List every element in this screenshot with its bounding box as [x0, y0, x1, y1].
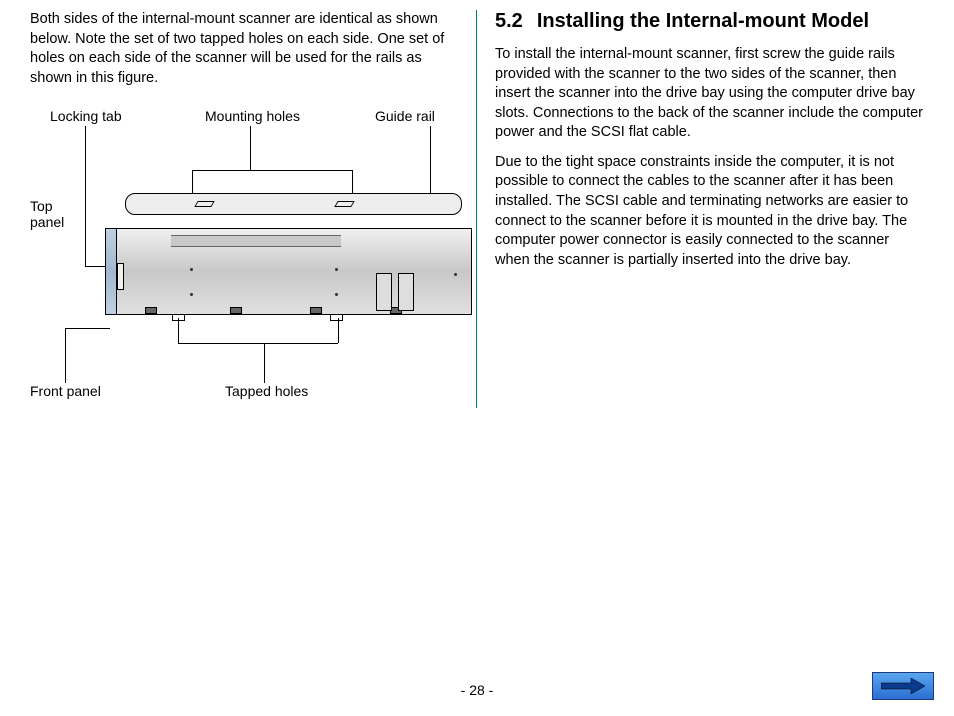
label-top-panel: Top panel — [30, 198, 64, 230]
label-tapped-holes: Tapped holes — [225, 383, 308, 399]
page-body: Both sides of the internal-mount scanner… — [0, 0, 954, 418]
label-locking-tab: Locking tab — [50, 108, 122, 124]
paragraph-1: To install the internal-mount scanner, f… — [495, 45, 924, 143]
arrow-right-icon — [881, 678, 925, 694]
guide-rail-graphic — [125, 193, 462, 215]
next-page-button[interactable] — [872, 672, 934, 700]
intro-paragraph: Both sides of the internal-mount scanner… — [30, 10, 458, 88]
paragraph-2: Due to the tight space constraints insid… — [495, 153, 924, 270]
label-mounting-holes: Mounting holes — [205, 108, 300, 124]
front-panel-graphic — [105, 228, 117, 315]
left-column: Both sides of the internal-mount scanner… — [20, 10, 477, 408]
scanner-figure: Locking tab Mounting holes Guide rail To… — [30, 98, 470, 408]
label-front-panel: Front panel — [30, 383, 101, 399]
page-number: - 28 - — [0, 682, 954, 698]
section-number: 5.2 — [495, 10, 523, 33]
label-guide-rail: Guide rail — [375, 108, 435, 124]
locking-tab-graphic — [117, 263, 124, 290]
section-heading: 5.2 Installing the Internal-mount Model — [495, 10, 924, 33]
section-title: Installing the Internal-mount Model — [537, 10, 869, 32]
scanner-body-graphic — [110, 228, 472, 315]
right-column: 5.2 Installing the Internal-mount Model T… — [477, 10, 934, 408]
